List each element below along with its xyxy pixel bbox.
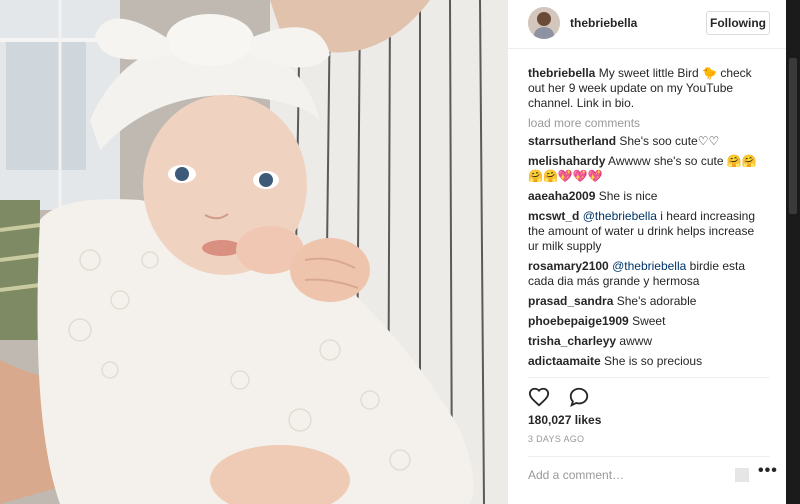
comment-username[interactable]: adictaamaite [528,354,601,368]
comment-item: melishahardy Awwww she's so cute 🤗🤗🤗🤗💖💖💖 [528,154,768,184]
comment-text: awww [619,334,653,348]
comment-text: She's soo cute♡♡ [619,134,720,148]
comment-username[interactable]: starrsutherland [528,134,616,148]
comment-item: aaeaha2009 She is nice [528,189,768,204]
comment-item: rosamary2100 @thebriebella birdie esta c… [528,259,768,289]
comment-username[interactable]: aaeaha2009 [528,189,595,203]
comments-list[interactable]: thebriebella My sweet little Bird 🐤 chec… [528,66,768,376]
post-details-panel: thebriebella Following thebriebella My s… [508,0,786,504]
comment-text: Sweet [632,314,666,328]
comment-item: trisha_charleyy awww [528,334,768,349]
following-button[interactable]: Following [706,11,770,35]
comment-username[interactable]: melishahardy [528,154,605,168]
checkbox-icon[interactable] [735,468,749,482]
comment-item: starrsutherland She's soo cute♡♡ [528,134,768,149]
comment-item: adictaamaite She is so precious [528,354,768,369]
post-timestamp[interactable]: 3 DAYS AGO [528,434,584,444]
comment-username[interactable]: rosamary2100 [528,259,609,273]
action-bar [528,386,604,412]
add-comment-input[interactable]: Add a comment… [528,468,624,482]
speech-bubble-icon[interactable] [568,386,590,408]
heart-icon[interactable] [528,386,550,408]
comment-item: prasad_sandra She's adorable [528,294,768,309]
avatar[interactable] [528,7,560,39]
comment-username[interactable]: phoebepaige1909 [528,314,629,328]
comment-item: mcswt_d @thebriebella i heard increasing… [528,209,768,254]
comment-item: phoebepaige1909 Sweet [528,314,768,329]
ellipsis-icon[interactable]: ••• [758,462,778,480]
comment-text: She is nice [598,189,658,203]
likes-count[interactable]: 180,027 likes [528,413,601,427]
caption-username[interactable]: thebriebella [528,66,595,80]
header-username[interactable]: thebriebella [570,16,637,30]
scrollbar-thumb[interactable] [789,58,797,214]
comment-username[interactable]: trisha_charleyy [528,334,616,348]
comment-mention[interactable]: @thebriebella [612,259,686,273]
avatar-image [528,7,560,39]
baby-photo-illustration [0,0,508,504]
load-more-comments-link[interactable]: load more comments [528,116,768,131]
post-photo[interactable] [0,0,508,504]
divider [528,377,770,378]
comment-mention[interactable]: @thebriebella [583,209,657,223]
comment-username[interactable]: mcswt_d [528,209,579,223]
scrollbar[interactable] [786,0,800,504]
post-header: thebriebella Following [508,0,786,49]
divider [528,456,770,457]
caption: thebriebella My sweet little Bird 🐤 chec… [528,66,768,111]
comment-username[interactable]: prasad_sandra [528,294,613,308]
comment-text: She's adorable [616,294,697,308]
comment-text: She is so precious [604,354,703,368]
